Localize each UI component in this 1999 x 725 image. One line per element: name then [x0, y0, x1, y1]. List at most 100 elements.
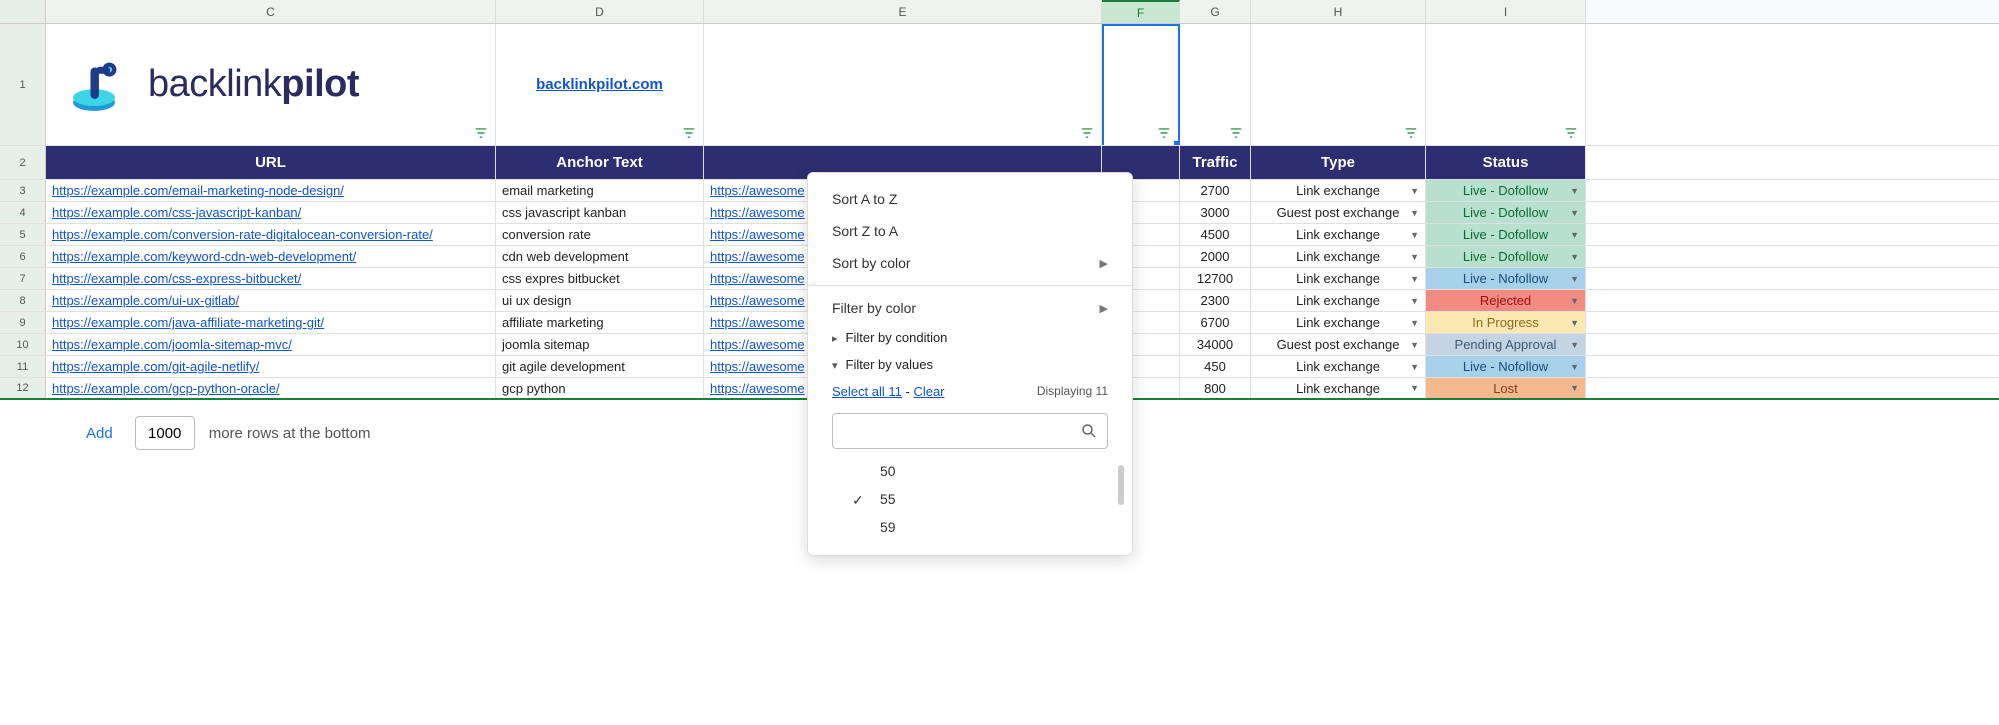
filter-by-condition[interactable]: Filter by condition	[808, 324, 1132, 351]
type-cell[interactable]: Link exchange▼	[1251, 356, 1426, 377]
dropdown-icon[interactable]: ▼	[1570, 252, 1579, 262]
dropdown-icon[interactable]: ▼	[1570, 208, 1579, 218]
dropdown-icon[interactable]: ▼	[1570, 362, 1579, 372]
filter-icon[interactable]	[1563, 125, 1579, 141]
status-cell[interactable]: In Progress▼	[1426, 312, 1586, 333]
url-link[interactable]: https://example.com/email-marketing-node…	[52, 183, 344, 198]
filter-icon[interactable]	[473, 125, 489, 141]
target-link[interactable]: https://awesome	[710, 337, 805, 352]
type-cell[interactable]: Link exchange▼	[1251, 312, 1426, 333]
row-header[interactable]: 8	[0, 290, 46, 311]
col-header-g[interactable]: G	[1180, 0, 1251, 23]
row-header[interactable]: 9	[0, 312, 46, 333]
cell-h1[interactable]	[1251, 24, 1426, 145]
dropdown-icon[interactable]: ▼	[1410, 383, 1419, 393]
traffic-cell[interactable]: 2700	[1180, 180, 1251, 201]
url-cell[interactable]: https://example.com/css-express-bitbucke…	[46, 268, 496, 289]
url-link[interactable]: https://example.com/joomla-sitemap-mvc/	[52, 337, 292, 352]
anchor-cell[interactable]: ui ux design	[496, 290, 704, 311]
row-header-1[interactable]: 1	[0, 24, 46, 145]
col-header-c[interactable]: C	[46, 0, 496, 23]
type-cell[interactable]: Guest post exchange▼	[1251, 334, 1426, 355]
traffic-cell[interactable]: 6700	[1180, 312, 1251, 333]
status-cell[interactable]: Live - Nofollow▼	[1426, 356, 1586, 377]
url-link[interactable]: https://example.com/css-express-bitbucke…	[52, 271, 301, 286]
type-cell[interactable]: Guest post exchange▼	[1251, 202, 1426, 223]
cell-i1[interactable]	[1426, 24, 1586, 145]
row-header[interactable]: 5	[0, 224, 46, 245]
traffic-cell[interactable]: 4500	[1180, 224, 1251, 245]
domain-cell[interactable]: backlinkpilot.com	[496, 24, 704, 145]
url-link[interactable]: https://example.com/gcp-python-oracle/	[52, 381, 280, 396]
filter-value-item[interactable]: 50	[808, 457, 1132, 485]
col-header-e[interactable]: E	[704, 0, 1102, 23]
row-header-2[interactable]: 2	[0, 146, 46, 179]
col-header-d[interactable]: D	[496, 0, 704, 23]
anchor-cell[interactable]: joomla sitemap	[496, 334, 704, 355]
url-cell[interactable]: https://example.com/email-marketing-node…	[46, 180, 496, 201]
dropdown-icon[interactable]: ▼	[1570, 318, 1579, 328]
traffic-cell[interactable]: 3000	[1180, 202, 1251, 223]
url-link[interactable]: https://example.com/git-agile-netlify/	[52, 359, 259, 374]
select-all-link[interactable]: Select all 11	[832, 384, 902, 399]
traffic-cell[interactable]: 800	[1180, 378, 1251, 398]
type-cell[interactable]: Link exchange▼	[1251, 268, 1426, 289]
target-link[interactable]: https://awesome	[710, 381, 805, 396]
sort-za[interactable]: Sort Z to A	[808, 215, 1132, 247]
type-cell[interactable]: Link exchange▼	[1251, 290, 1426, 311]
url-cell[interactable]: https://example.com/keyword-cdn-web-deve…	[46, 246, 496, 267]
status-cell[interactable]: Live - Dofollow▼	[1426, 202, 1586, 223]
url-cell[interactable]: https://example.com/java-affiliate-marke…	[46, 312, 496, 333]
traffic-cell[interactable]: 2000	[1180, 246, 1251, 267]
dropdown-icon[interactable]: ▼	[1410, 318, 1419, 328]
filter-value-item[interactable]: 59	[808, 513, 1132, 541]
rows-count-input[interactable]	[135, 416, 195, 450]
target-link[interactable]: https://awesome	[710, 205, 805, 220]
target-link[interactable]: https://awesome	[710, 249, 805, 264]
row-header[interactable]: 7	[0, 268, 46, 289]
status-cell[interactable]: Lost▼	[1426, 378, 1586, 398]
filter-icon[interactable]	[1156, 125, 1172, 141]
target-link[interactable]: https://awesome	[710, 315, 805, 330]
anchor-cell[interactable]: cdn web development	[496, 246, 704, 267]
row-header[interactable]: 6	[0, 246, 46, 267]
url-link[interactable]: https://example.com/java-affiliate-marke…	[52, 315, 324, 330]
url-link[interactable]: https://example.com/conversion-rate-digi…	[52, 227, 433, 242]
anchor-cell[interactable]: git agile development	[496, 356, 704, 377]
dropdown-icon[interactable]: ▼	[1410, 274, 1419, 284]
dropdown-icon[interactable]: ▼	[1570, 186, 1579, 196]
type-cell[interactable]: Link exchange▼	[1251, 180, 1426, 201]
row-header[interactable]: 12	[0, 378, 46, 398]
filter-by-values[interactable]: Filter by values	[808, 351, 1132, 378]
anchor-cell[interactable]: email marketing	[496, 180, 704, 201]
dropdown-icon[interactable]: ▼	[1410, 186, 1419, 196]
type-cell[interactable]: Link exchange▼	[1251, 224, 1426, 245]
filter-icon[interactable]	[681, 125, 697, 141]
sort-az[interactable]: Sort A to Z	[808, 183, 1132, 215]
type-cell[interactable]: Link exchange▼	[1251, 246, 1426, 267]
dropdown-icon[interactable]: ▼	[1570, 274, 1579, 284]
dropdown-icon[interactable]: ▼	[1410, 208, 1419, 218]
dropdown-icon[interactable]: ▼	[1410, 340, 1419, 350]
traffic-cell[interactable]: 34000	[1180, 334, 1251, 355]
anchor-cell[interactable]: gcp python	[496, 378, 704, 398]
traffic-cell[interactable]: 2300	[1180, 290, 1251, 311]
filter-value-item[interactable]: ✓55	[808, 485, 1132, 513]
row-header[interactable]: 10	[0, 334, 46, 355]
status-cell[interactable]: Live - Dofollow▼	[1426, 180, 1586, 201]
target-link[interactable]: https://awesome	[710, 293, 805, 308]
cell-g1[interactable]	[1180, 24, 1251, 145]
status-cell[interactable]: Rejected▼	[1426, 290, 1586, 311]
col-header-i[interactable]: I	[1426, 0, 1586, 23]
anchor-cell[interactable]: css javascript kanban	[496, 202, 704, 223]
status-cell[interactable]: Live - Dofollow▼	[1426, 224, 1586, 245]
clear-link[interactable]: Clear	[913, 384, 944, 399]
filter-by-color[interactable]: Filter by color▶	[808, 292, 1132, 324]
dropdown-icon[interactable]: ▼	[1570, 230, 1579, 240]
col-header-f[interactable]: F	[1102, 0, 1180, 23]
domain-link[interactable]: backlinkpilot.com	[536, 76, 663, 93]
row-header[interactable]: 4	[0, 202, 46, 223]
status-cell[interactable]: Live - Nofollow▼	[1426, 268, 1586, 289]
status-cell[interactable]: Pending Approval▼	[1426, 334, 1586, 355]
dropdown-icon[interactable]: ▼	[1570, 383, 1579, 393]
